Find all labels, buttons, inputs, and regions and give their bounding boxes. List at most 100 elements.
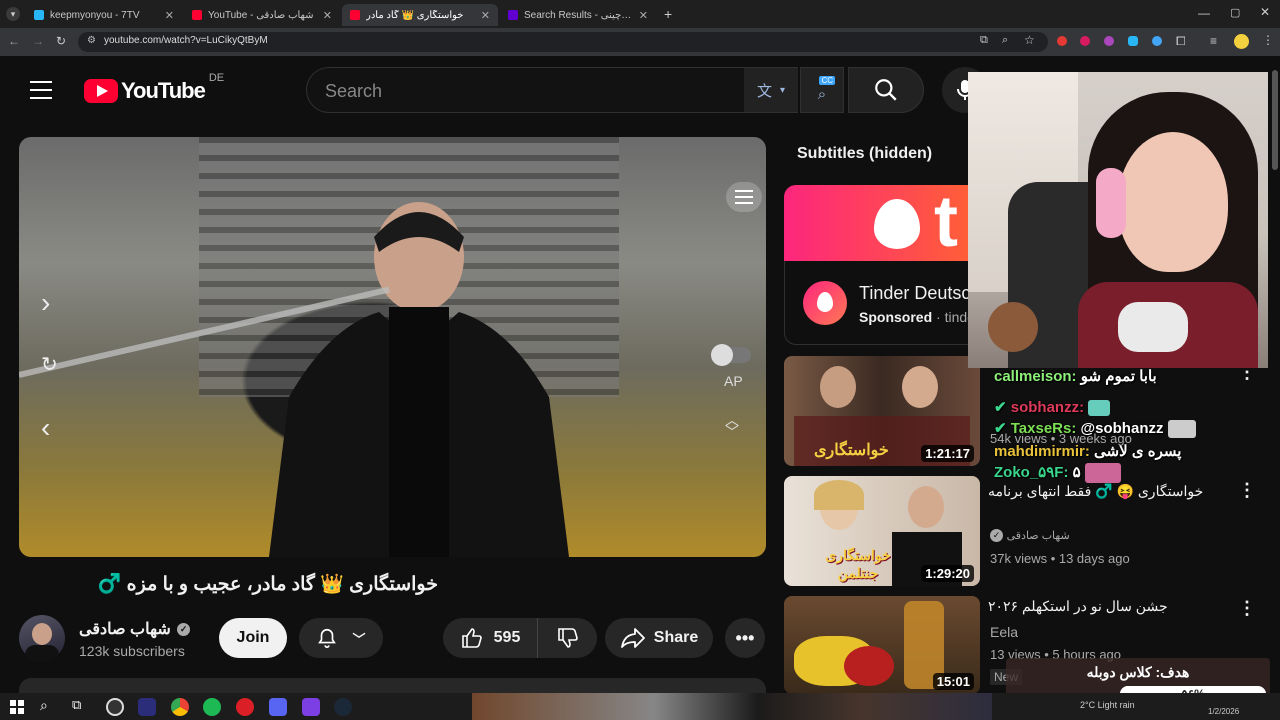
related-video-thumbnail[interactable]: خواستگاری جنتلمن 1:29:20 [784, 476, 980, 586]
chevron-right-icon[interactable]: › [41, 287, 50, 319]
chat-message: callmeison: بابا تموم شو [994, 367, 1157, 385]
chrome-icon[interactable] [171, 698, 189, 716]
browser-toolbar: ← → ↻ ⚙ youtube.com/watch?v=LuCikyQtByM … [0, 28, 1280, 56]
expand-chevrons-icon[interactable]: ︿ ﹀ [725, 413, 739, 439]
extension-icon[interactable] [1080, 36, 1090, 46]
page-scrollbar[interactable] [1272, 70, 1278, 170]
verified-icon: ✓ [990, 529, 1003, 543]
ambient-mode-menu-icon[interactable] [726, 182, 762, 212]
discord-icon[interactable] [269, 698, 287, 716]
related-video-thumbnail[interactable]: خواستگاری 1:21:17 [784, 356, 980, 466]
browser-tab-search[interactable]: Search Results - طالع بینی چینی ✕ [500, 4, 656, 26]
close-icon[interactable]: ✕ [323, 9, 332, 22]
weather-widget[interactable]: 2°C Light rain [1080, 700, 1135, 710]
translate-icon[interactable]: 文 ▾ [744, 67, 798, 113]
more-vertical-icon[interactable]: ⋮ [1238, 480, 1256, 501]
browser-tab-youtube-channel[interactable]: YouTube - شهاب صادقی ✕ [184, 4, 340, 26]
emote-icon [1088, 400, 1111, 417]
refresh-icon[interactable]: ↻ [41, 352, 58, 377]
task-view-icon[interactable]: ⧉ [72, 697, 81, 713]
7tv-icon [34, 10, 44, 20]
minimize-button[interactable]: — [1198, 6, 1210, 20]
chevron-left-icon[interactable]: ‹ [41, 412, 50, 444]
close-icon[interactable]: ✕ [165, 9, 174, 22]
site-info-icon[interactable]: ⚙ [87, 35, 96, 46]
dislike-button[interactable] [537, 618, 597, 658]
ad-banner[interactable]: t [784, 185, 974, 261]
tab-search-button[interactable]: ▾ [6, 7, 20, 21]
extension-icon[interactable] [1104, 36, 1114, 46]
browser-tab-label: keepmyonyou - 7TV [50, 9, 140, 21]
share-button[interactable]: Share [605, 618, 713, 658]
extension-icon[interactable] [1128, 36, 1138, 46]
more-vertical-icon[interactable]: ⋮ [1238, 598, 1256, 619]
extension-icon[interactable] [1057, 36, 1067, 46]
bookmark-star-icon[interactable]: ☆ [1024, 33, 1035, 47]
search-input[interactable]: Search [306, 67, 744, 113]
chat-user: Zoko_۵۹F: [994, 464, 1069, 481]
close-icon[interactable]: ✕ [639, 9, 648, 22]
emote-icon [1084, 463, 1121, 484]
more-actions-button[interactable]: ••• [725, 618, 765, 658]
chat-text: @sobhanzz [1080, 420, 1164, 437]
channel-avatar[interactable] [19, 615, 65, 661]
chat-message: Zoko_۵۹F: ۵ [994, 463, 1121, 484]
thumbs-up-icon [461, 628, 482, 648]
extensions-puzzle-icon[interactable]: ⧠ [1176, 34, 1186, 49]
clock-date[interactable]: 1/2/2026 [1208, 707, 1239, 716]
close-icon[interactable]: ✕ [481, 9, 490, 22]
maximize-button[interactable]: ▢ [1230, 6, 1240, 19]
youtube-logo-text: YouTube [121, 78, 206, 103]
browser-tab-video[interactable]: خواستگاری 👑 گاد مادر ✕ [342, 4, 498, 26]
channel-name-text: شهاب صادقی [79, 621, 171, 638]
subscribe-notifications-button[interactable]: ﹀ [299, 618, 383, 658]
search-icon[interactable]: ⌕ [40, 697, 48, 714]
related-video-channel[interactable]: Eela [990, 624, 1018, 640]
search-button[interactable] [848, 67, 924, 113]
back-button[interactable]: ← [8, 34, 20, 48]
more-horizontal-icon: ••• [735, 627, 755, 648]
vegas-icon[interactable] [138, 698, 156, 716]
related-video-thumbnail[interactable]: 15:01 [784, 596, 980, 694]
reload-button[interactable]: ↻ [56, 34, 66, 48]
youtube-logo[interactable]: YouTube DE [84, 72, 224, 104]
chat-message: mahdimirmir: پسره ی لاشی [994, 442, 1181, 460]
related-video-channel[interactable]: ✓ شهاب صادقی [990, 527, 1070, 543]
ad-info[interactable]: Tinder Deutsc Sponsored · tinde [784, 261, 975, 345]
headphones [1096, 168, 1126, 238]
reading-list-icon[interactable]: ≡ [1210, 34, 1217, 48]
ad-title: Tinder Deutsc [859, 283, 971, 303]
related-video-title[interactable]: جشن سال نو در استکهلم ۲۰۲۶ [988, 598, 1210, 615]
obs-icon[interactable] [106, 698, 124, 716]
zoom-icon[interactable]: ⌕ [1002, 34, 1008, 47]
spotify-icon[interactable] [203, 698, 221, 716]
new-tab-button[interactable]: + [664, 6, 672, 22]
bell-icon [318, 628, 337, 648]
profile-avatar[interactable] [1234, 34, 1249, 49]
sponsored-label: Sponsored [859, 309, 933, 325]
forward-button[interactable]: → [32, 34, 44, 48]
video-player[interactable]: › ↻ ‹ AP ︿ ﹀ [19, 137, 766, 557]
join-button[interactable]: Join [219, 618, 287, 658]
chat-message: ✔ TaxseRs: @sobhanzz [994, 419, 1196, 439]
window-close-button[interactable]: ✕ [1260, 5, 1270, 19]
thumbs-down-icon [557, 628, 578, 648]
browser-tab-7tv[interactable]: keepmyonyou - 7TV ✕ [26, 4, 182, 26]
extension-icon[interactable] [1152, 36, 1162, 46]
cc-search-icon[interactable]: CC ⌕ [800, 67, 844, 113]
chat-message: ✔ sobhanzz: [994, 398, 1111, 417]
youtube-icon [350, 10, 360, 20]
channel-name[interactable]: شهاب صادقی ✓ [79, 619, 191, 639]
like-button[interactable]: 595 [443, 618, 537, 658]
autoplay-toggle[interactable] [711, 344, 751, 366]
windows-start-icon[interactable] [10, 700, 24, 714]
creative-cloud-icon[interactable] [236, 698, 254, 716]
webcam-overlay [968, 72, 1268, 368]
r-app-icon[interactable] [302, 698, 320, 716]
browser-menu-icon[interactable]: ⋮ [1262, 33, 1274, 47]
install-icon[interactable]: ⧉ [980, 34, 988, 47]
address-bar[interactable]: ⚙ youtube.com/watch?v=LuCikyQtByM ⧉ ⌕ ☆ [78, 32, 1048, 52]
steam-icon[interactable] [334, 698, 352, 716]
menu-hamburger-icon[interactable] [30, 81, 52, 99]
related-video-title[interactable]: خواستگاری 😝 ♂️ فقط انتهای برنامه [988, 480, 1210, 502]
